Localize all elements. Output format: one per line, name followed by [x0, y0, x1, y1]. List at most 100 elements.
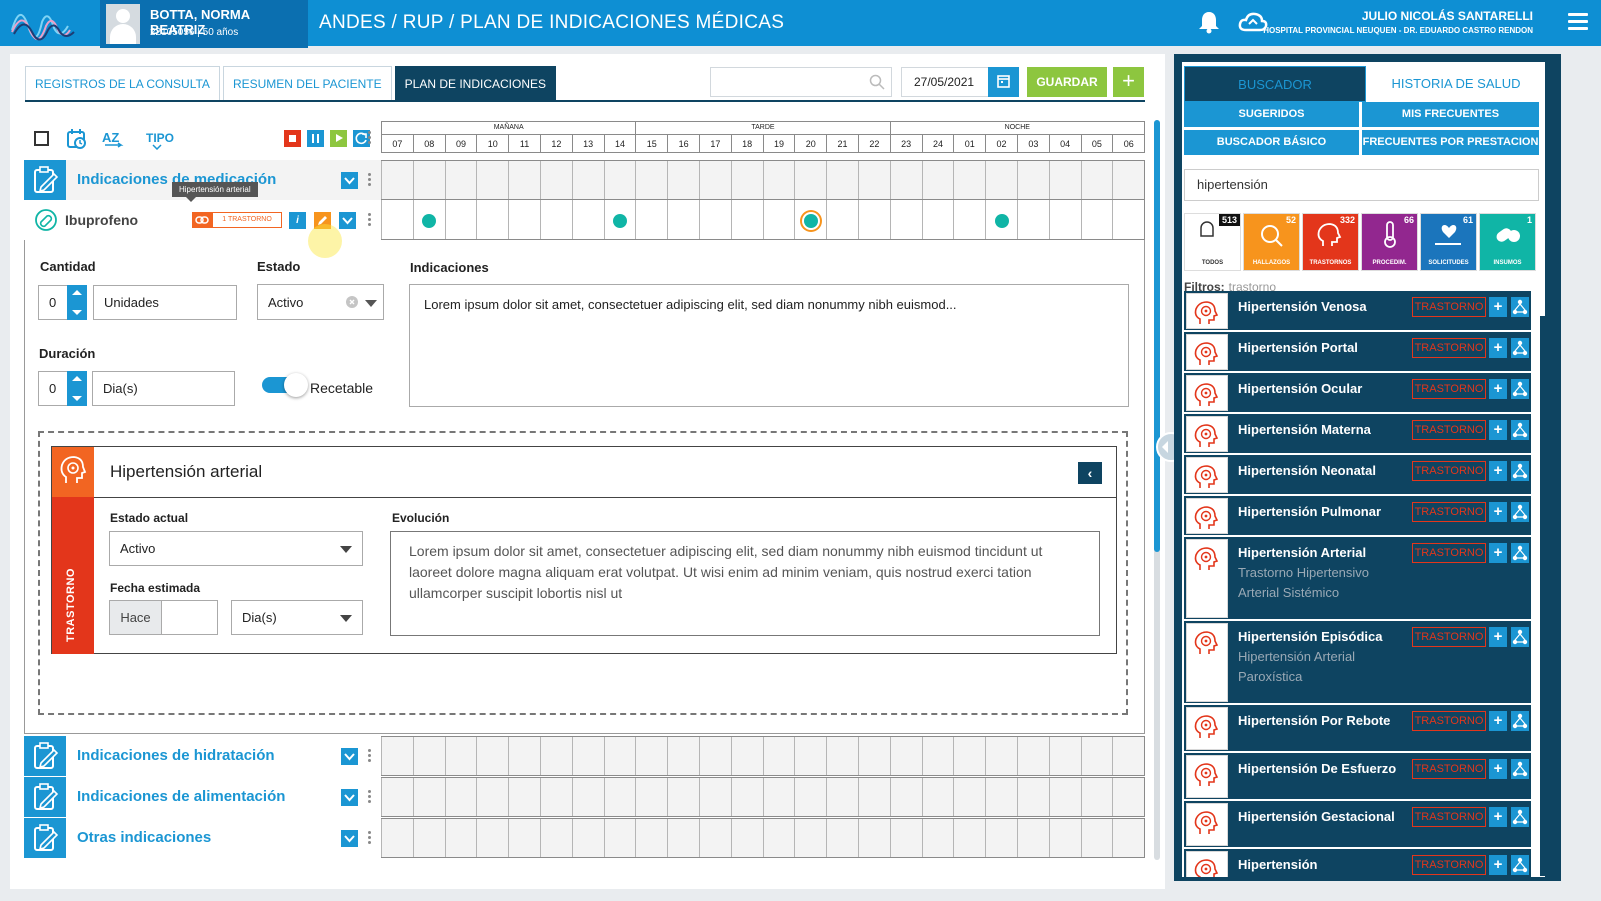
cantidad-input[interactable]: 0 — [38, 285, 68, 320]
hierarchy-icon[interactable] — [1511, 461, 1529, 481]
estado-actual-select[interactable]: Activo — [109, 531, 363, 566]
link-icon[interactable] — [192, 212, 212, 228]
dose-dot[interactable] — [994, 214, 1009, 228]
hierarchy-icon[interactable] — [1511, 855, 1529, 875]
result-item[interactable]: Hipertensión Ocular TRASTORNO + — [1184, 373, 1531, 412]
hierarchy-icon[interactable] — [1511, 807, 1529, 827]
main-scrollbar[interactable] — [1154, 120, 1160, 860]
schedule-cell[interactable] — [476, 200, 508, 239]
tab-registros[interactable]: REGISTROS DE LA CONSULTA — [25, 66, 220, 101]
recetable-toggle[interactable] — [262, 373, 308, 397]
result-item[interactable]: Hipertensión TRASTORNO + — [1184, 849, 1531, 877]
schedule-cell[interactable] — [603, 200, 636, 239]
schedule-cell[interactable] — [1016, 200, 1049, 239]
concept-search-input[interactable]: hipertensión — [1184, 169, 1539, 201]
result-item[interactable]: Hipertensión Neonatal TRASTORNO + — [1184, 455, 1531, 494]
section-otras-header[interactable]: Otras indicaciones — [24, 818, 381, 858]
trastorno-badge[interactable]: 1 TRASTORNO — [212, 212, 282, 228]
dose-dot[interactable] — [422, 214, 437, 228]
medication-row[interactable]: Ibuprofeno 1 TRASTORNO i — [24, 200, 1146, 240]
hierarchy-icon[interactable] — [1511, 297, 1529, 317]
kebab-icon[interactable] — [368, 790, 372, 805]
chevron-down-icon[interactable] — [341, 830, 358, 847]
frecuentes-prestacion-button[interactable]: FRECUENTES POR PRESTACION — [1362, 130, 1539, 155]
calendar-button[interactable] — [988, 67, 1019, 97]
section-alimentacion-header[interactable]: Indicaciones de alimentación — [24, 777, 381, 817]
results-scrollbar[interactable] — [1540, 316, 1545, 877]
result-item[interactable]: Hipertensión Venosa TRASTORNO + — [1184, 291, 1531, 330]
schedule-cell[interactable] — [667, 200, 699, 239]
schedule-cell[interactable] — [412, 200, 445, 239]
kebab-icon[interactable] — [368, 749, 372, 764]
dose-dot[interactable] — [612, 214, 627, 228]
schedule-cell[interactable] — [635, 200, 667, 239]
play-button[interactable] — [330, 130, 347, 147]
expand-button[interactable] — [339, 212, 356, 229]
section-hidratacion-header[interactable]: Indicaciones de hidratación — [24, 736, 381, 776]
schedule-cell[interactable] — [985, 200, 1017, 239]
clear-icon[interactable] — [346, 296, 358, 308]
chevron-down-icon[interactable] — [340, 615, 352, 622]
duracion-input[interactable]: 0 — [38, 371, 68, 406]
hierarchy-icon[interactable] — [1511, 502, 1529, 522]
schedule-cell[interactable] — [571, 200, 604, 239]
bell-icon[interactable] — [1198, 10, 1220, 34]
sugeridos-button[interactable]: SUGERIDOS — [1184, 102, 1359, 127]
hierarchy-icon[interactable] — [1511, 379, 1529, 399]
hierarchy-icon[interactable] — [1511, 627, 1529, 647]
unidades-field[interactable]: Unidades — [93, 285, 237, 320]
kebab-icon[interactable] — [368, 173, 372, 188]
result-item[interactable]: Hipertensión Episódica Hipertensión Arter… — [1184, 621, 1531, 703]
schedule-cell[interactable] — [1112, 200, 1146, 239]
collapse-button[interactable]: ‹ — [1078, 462, 1102, 484]
schedule-cell[interactable] — [381, 200, 413, 239]
andes-logo-icon[interactable] — [8, 0, 100, 46]
add-result-button[interactable]: + — [1489, 338, 1507, 358]
chevron-down-icon[interactable] — [341, 172, 358, 189]
hierarchy-icon[interactable] — [1511, 543, 1529, 563]
tab-buscador[interactable]: BUSCADOR — [1184, 66, 1366, 102]
chevron-down-icon[interactable] — [340, 546, 352, 553]
category-solicitudes[interactable]: 61 SOLICITUDES — [1420, 213, 1477, 271]
patient-card[interactable]: BOTTA, NORMA BEATRIZ 22105056 | 50 años — [100, 0, 308, 48]
category-procedim[interactable]: 66 PROCEDIM. — [1361, 213, 1418, 271]
add-result-button[interactable]: + — [1489, 461, 1507, 481]
add-button[interactable]: + — [1113, 67, 1144, 97]
result-item[interactable]: Hipertensión De Esfuerzo TRASTORNO + — [1184, 753, 1531, 799]
result-item[interactable]: Hipertensión Por Rebote TRASTORNO + — [1184, 705, 1531, 751]
chevron-down-icon[interactable] — [341, 789, 358, 806]
schedule-cell[interactable] — [826, 200, 858, 239]
select-all-checkbox[interactable] — [34, 131, 49, 146]
add-result-button[interactable]: + — [1489, 379, 1507, 399]
schedule-cell[interactable] — [444, 200, 477, 239]
chevron-down-icon[interactable] — [341, 748, 358, 765]
add-result-button[interactable]: + — [1489, 420, 1507, 440]
kebab-icon[interactable] — [368, 213, 372, 228]
hierarchy-icon[interactable] — [1511, 711, 1529, 731]
tab-historia-salud[interactable]: HISTORIA DE SALUD — [1370, 66, 1542, 102]
add-result-button[interactable]: + — [1489, 297, 1507, 317]
schedule-cell[interactable] — [953, 200, 985, 239]
sort-az-icon[interactable]: AZ — [101, 128, 125, 150]
stop-button[interactable] — [284, 130, 301, 147]
schedule-cell[interactable] — [794, 200, 826, 239]
chevron-down-icon[interactable] — [365, 300, 377, 307]
result-item[interactable]: Hipertensión Materna TRASTORNO + — [1184, 414, 1531, 453]
add-result-button[interactable]: + — [1489, 855, 1507, 875]
schedule-cell[interactable] — [857, 200, 890, 239]
frecuentes-button[interactable]: MIS FRECUENTES — [1362, 102, 1539, 127]
category-hallazgos[interactable]: 52 HALLAZGOS — [1243, 213, 1300, 271]
info-button[interactable]: i — [289, 212, 306, 229]
duracion-unit[interactable]: Dia(s) — [92, 371, 235, 406]
category-trastornos[interactable]: 332 TRASTORNOS — [1302, 213, 1359, 271]
buscador-basico-button[interactable]: BUSCADOR BÁSICO — [1184, 130, 1359, 155]
calendar-clock-icon[interactable] — [66, 128, 88, 150]
tab-plan-indicaciones[interactable]: PLAN DE INDICACIONES — [394, 66, 557, 101]
kebab-icon[interactable] — [368, 831, 372, 846]
schedule-cell[interactable] — [762, 200, 795, 239]
hierarchy-icon[interactable] — [1511, 420, 1529, 440]
dose-dot[interactable] — [803, 214, 818, 228]
kebab-icon[interactable] — [368, 131, 372, 146]
schedule-cell[interactable] — [1080, 200, 1113, 239]
result-item[interactable]: Hipertensión Pulmonar TRASTORNO + — [1184, 496, 1531, 535]
